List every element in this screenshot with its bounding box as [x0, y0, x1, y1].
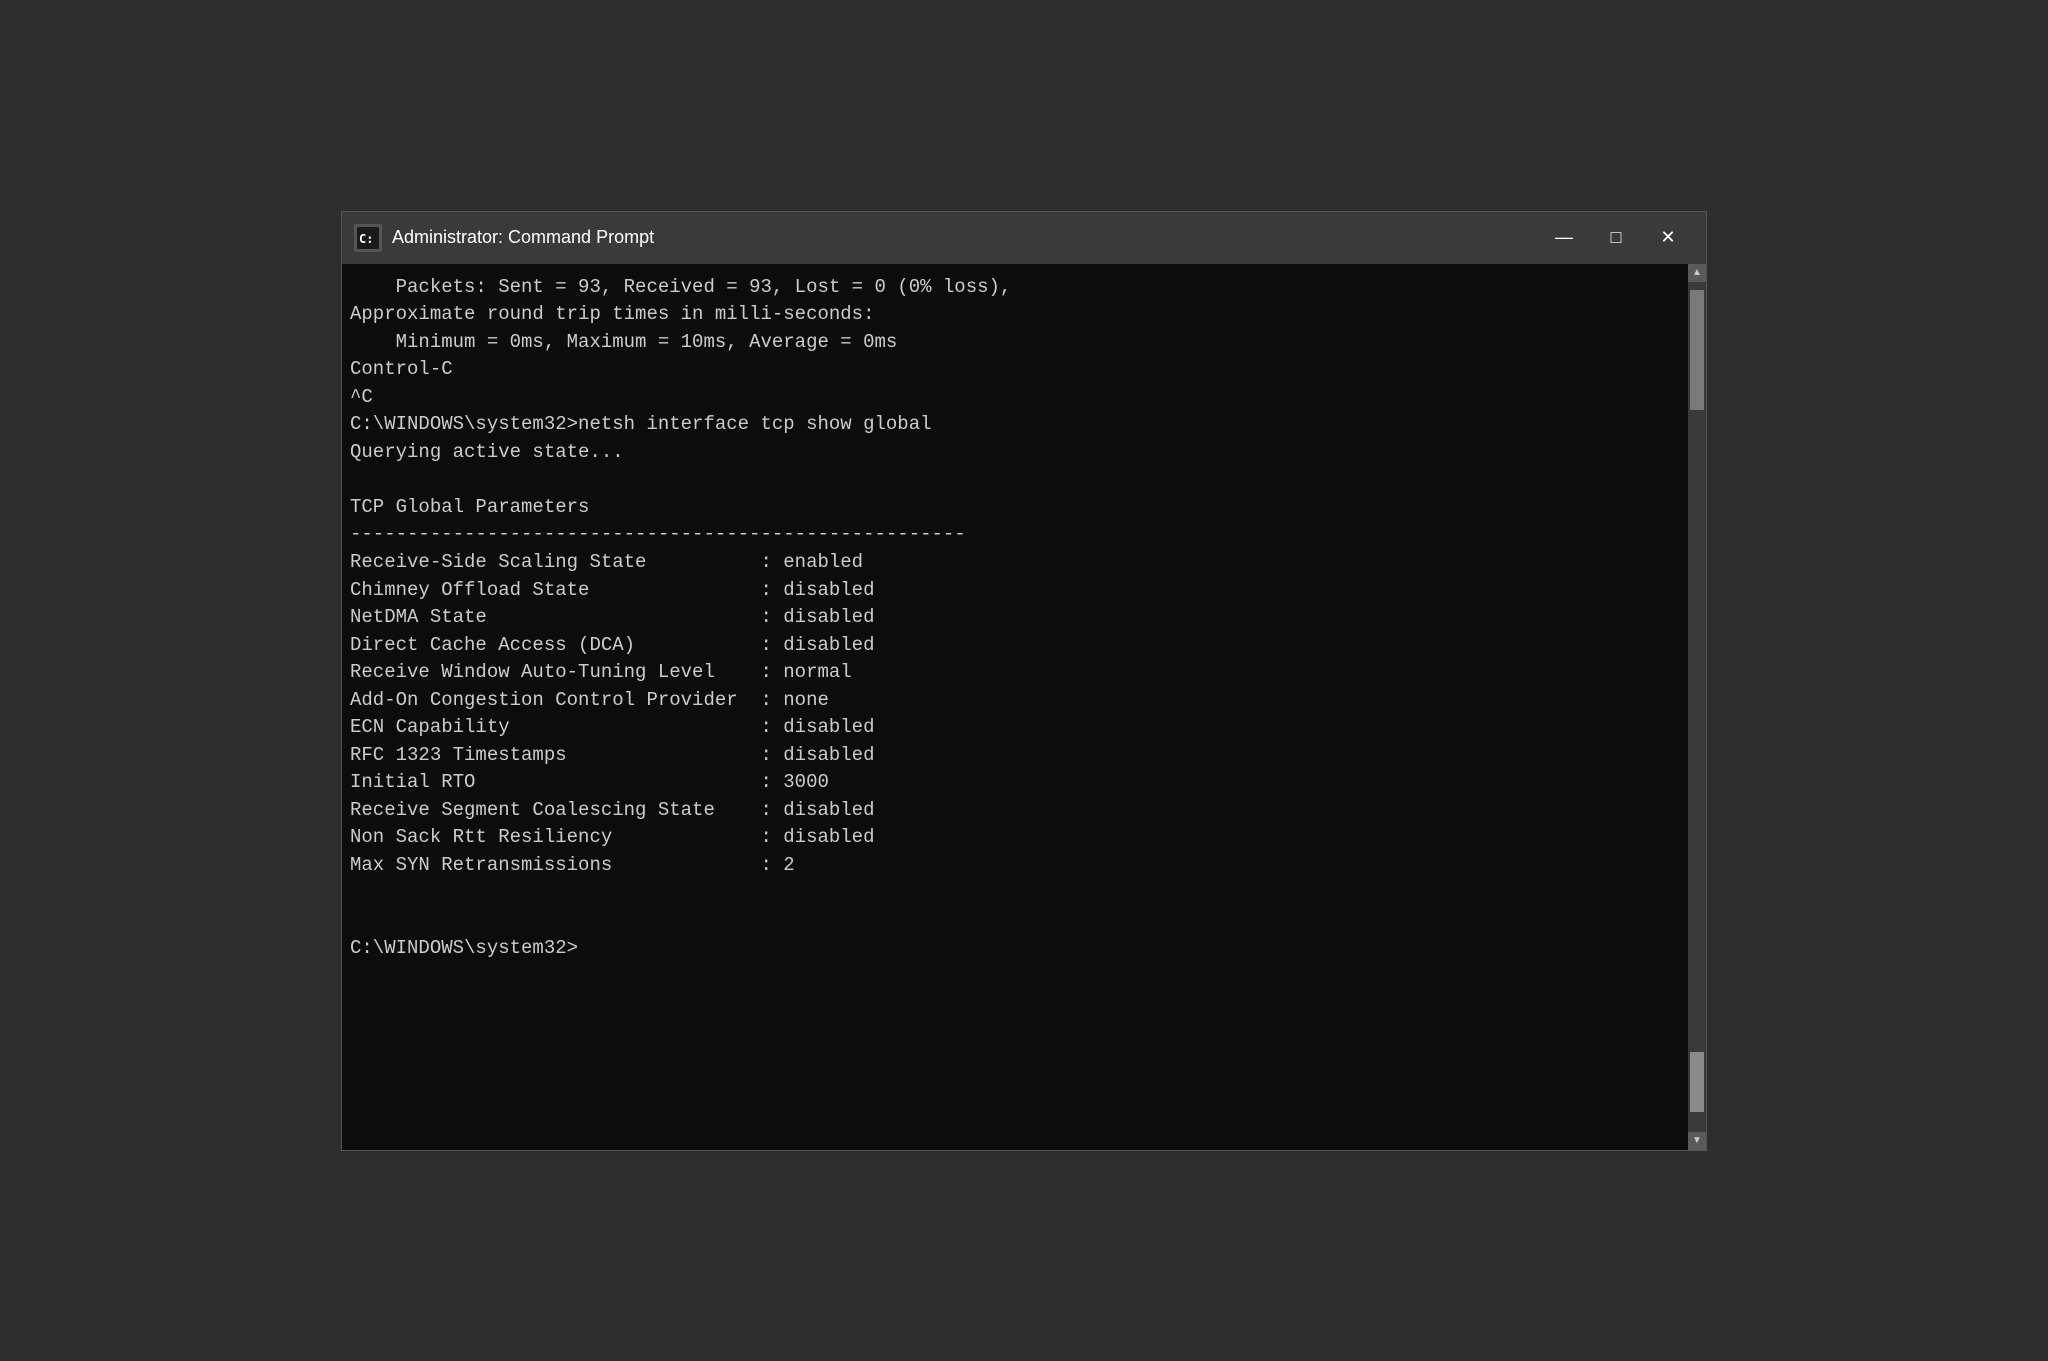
scrollbar[interactable]: ▲ ▼	[1688, 264, 1706, 1150]
terminal-prompt: C:\WINDOWS\system32>	[350, 937, 578, 959]
terminal-line-2: Approximate round trip times in milli-se…	[350, 303, 875, 325]
terminal-line-6: C:\WINDOWS\system32>netsh interface tcp …	[350, 413, 932, 435]
terminal-line-16: Add-On Congestion Control Provider : non…	[350, 689, 829, 711]
minimize-button[interactable]: —	[1538, 212, 1590, 264]
close-button[interactable]: ✕	[1642, 212, 1694, 264]
terminal-line-1: Packets: Sent = 93, Received = 93, Lost …	[350, 276, 1011, 298]
terminal-line-19: Initial RTO : 3000	[350, 771, 829, 793]
terminal-line-18: RFC 1323 Timestamps : disabled	[350, 744, 875, 766]
window-title: Administrator: Command Prompt	[392, 227, 1538, 248]
terminal-line-13: NetDMA State : disabled	[350, 606, 875, 628]
terminal-line-15: Receive Window Auto-Tuning Level : norma…	[350, 661, 852, 683]
terminal-line-9: TCP Global Parameters	[350, 496, 589, 518]
content-area: Packets: Sent = 93, Received = 93, Lost …	[342, 264, 1706, 1150]
title-bar: C: Administrator: Command Prompt — □ ✕	[342, 212, 1706, 264]
app-icon: C:	[354, 224, 382, 252]
terminal-line-7: Querying active state...	[350, 441, 624, 463]
terminal-line-12: Chimney Offload State : disabled	[350, 579, 875, 601]
scroll-down-arrow[interactable]: ▼	[1688, 1132, 1706, 1150]
maximize-button[interactable]: □	[1590, 212, 1642, 264]
scrollbar-thumb-top[interactable]	[1690, 290, 1704, 410]
terminal-output[interactable]: Packets: Sent = 93, Received = 93, Lost …	[342, 264, 1688, 1150]
terminal-line-22: Max SYN Retransmissions : 2	[350, 854, 795, 876]
window-controls: — □ ✕	[1538, 212, 1694, 264]
terminal-line-4: Control-C	[350, 358, 453, 380]
terminal-line-21: Non Sack Rtt Resiliency : disabled	[350, 826, 875, 848]
scrollbar-track[interactable]	[1688, 282, 1706, 1132]
terminal-line-11: Receive-Side Scaling State : enabled	[350, 551, 863, 573]
svg-text:C:: C:	[359, 232, 373, 246]
terminal-line-14: Direct Cache Access (DCA) : disabled	[350, 634, 875, 656]
terminal-line-10: ----------------------------------------…	[350, 523, 966, 545]
scroll-up-arrow[interactable]: ▲	[1688, 264, 1706, 282]
terminal-line-17: ECN Capability : disabled	[350, 716, 875, 738]
terminal-line-3: Minimum = 0ms, Maximum = 10ms, Average =…	[350, 331, 897, 353]
cmd-window: C: Administrator: Command Prompt — □ ✕ P…	[341, 211, 1707, 1151]
terminal-line-5: ^C	[350, 386, 373, 408]
scrollbar-thumb-bottom[interactable]	[1690, 1052, 1704, 1112]
terminal-line-20: Receive Segment Coalescing State : disab…	[350, 799, 875, 821]
